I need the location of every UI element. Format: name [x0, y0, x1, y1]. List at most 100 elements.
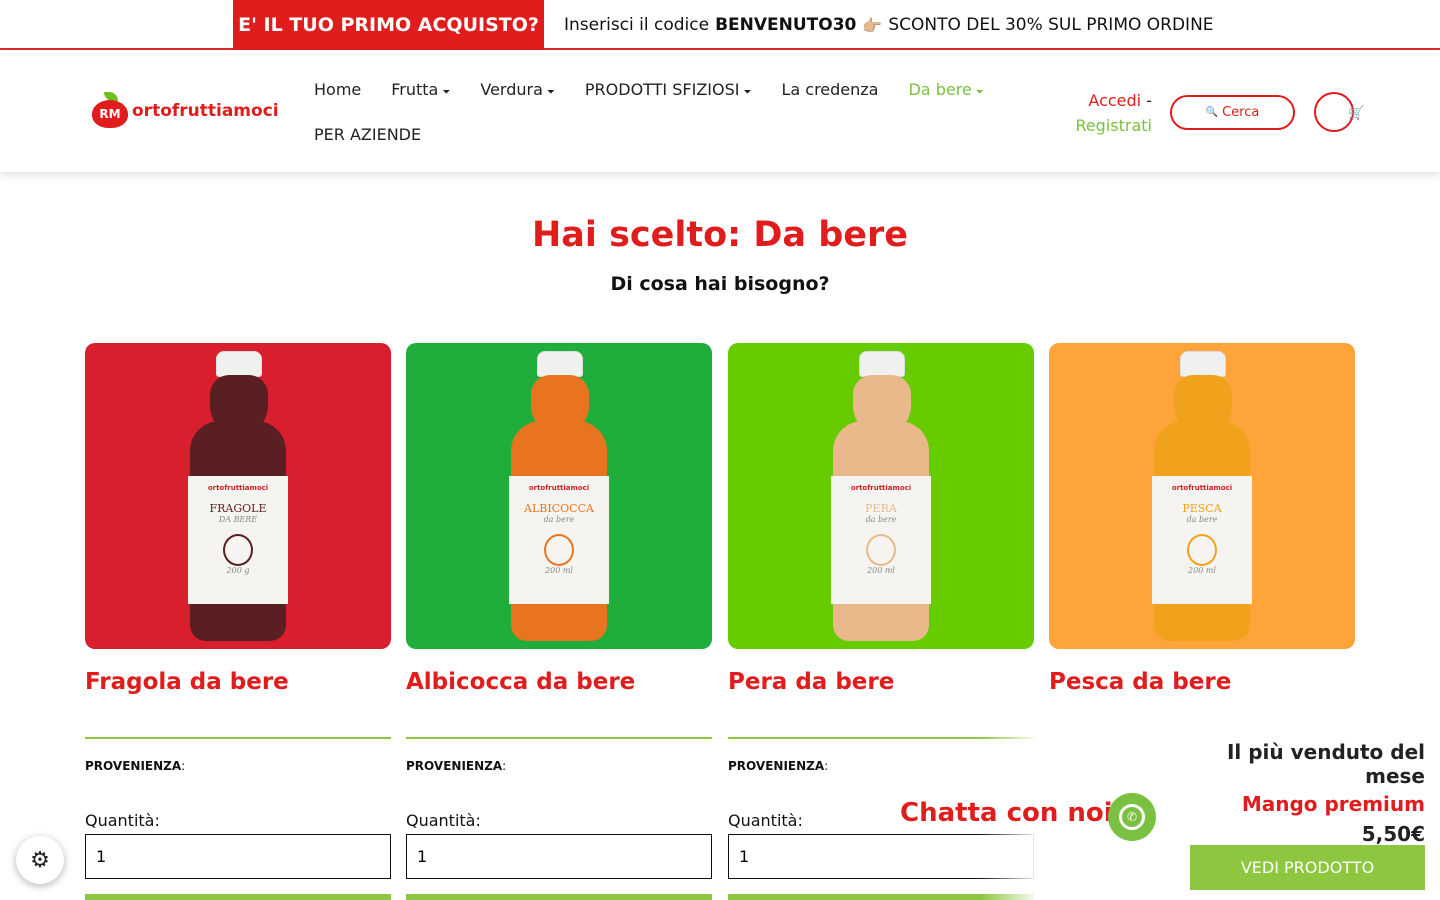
- bottle-cap: [1180, 351, 1226, 377]
- quantity-input[interactable]: [406, 834, 712, 879]
- nav-row-2: PER AZIENDE: [314, 119, 1014, 149]
- best-seller-title: Il più venduto del mese: [1226, 740, 1425, 788]
- divider: [85, 737, 391, 739]
- best-seller-price: 5,50€: [1361, 822, 1425, 846]
- bottle-brand: ortofruttiamoci: [1171, 484, 1233, 492]
- best-seller-product[interactable]: Mango premium: [1175, 792, 1425, 816]
- bottle-size: 200 ml: [1188, 566, 1216, 575]
- nav-item-prodotti-sfiziosi[interactable]: PRODOTTI SFIZIOSI ⏷: [585, 80, 752, 99]
- bottle-title: PERA: [865, 502, 897, 515]
- fruit-icon: [544, 534, 574, 566]
- bottle-illustration: ortofruttiamoci FRAGOLE DA BERE 200 g: [188, 351, 288, 643]
- product-name[interactable]: Fragola da bere: [85, 669, 391, 721]
- add-to-cart-button[interactable]: [85, 894, 391, 900]
- quantity-input[interactable]: [85, 834, 391, 879]
- logo-text: ortofruttiamoci: [132, 101, 279, 121]
- promo-message: Inserisci il codice BENVENUTO30 👉🏼 SCONT…: [564, 0, 1214, 50]
- caret-down-icon: ⏷: [442, 86, 451, 98]
- nav-label: Verdura: [480, 79, 543, 99]
- nav-row-1: Home Frutta ⏷ Verdura ⏷ PRODOTTI SFIZIOSI ⏷…: [314, 74, 1014, 104]
- site-header: RM ortofruttiamoci Home Frutta ⏷ Verdura ⏷…: [0, 52, 1440, 172]
- fruit-icon: [866, 534, 896, 566]
- promo-text-before: Inserisci il codice: [564, 15, 710, 35]
- promo-code: BENVENUTO30: [715, 15, 857, 35]
- nav-item-per-aziende[interactable]: PER AZIENDE: [314, 125, 421, 144]
- search-label: Cerca: [1222, 105, 1260, 120]
- bottle-title: PESCA: [1182, 502, 1222, 515]
- bottle-illustration: ortofruttiamoci PESCA da bere 200 ml: [1152, 351, 1252, 643]
- origin-suffix: :: [824, 759, 829, 773]
- nav-label: PRODOTTI SFIZIOSI: [584, 79, 740, 99]
- product-origin: PROVENIENZA:: [406, 759, 712, 773]
- main-nav: Home Frutta ⏷ Verdura ⏷ PRODOTTI SFIZIOSI ⏷…: [314, 74, 1014, 164]
- nav-item-frutta[interactable]: Frutta ⏷: [391, 80, 450, 99]
- product-name[interactable]: Pera da bere: [728, 669, 1034, 721]
- page-subtitle: Di cosa hai bisogno?: [610, 273, 830, 295]
- bottle-illustration: ortofruttiamoci ALBICOCCA da bere 200 ml: [509, 351, 609, 643]
- bottle-size: 200 ml: [867, 566, 895, 575]
- bottle-size: 200 ml: [545, 566, 573, 575]
- product-name[interactable]: Albicocca da bere: [406, 669, 712, 721]
- nav-label: Da bere: [908, 79, 972, 99]
- product-image[interactable]: ortofruttiamoci ALBICOCCA da bere 200 ml: [406, 343, 712, 649]
- quantity-label: Quantità:: [406, 811, 481, 830]
- product-origin: PROVENIENZA:: [85, 759, 391, 773]
- product-image[interactable]: ortofruttiamoci FRAGOLE DA BERE 200 g: [85, 343, 391, 649]
- add-to-cart-button[interactable]: [406, 894, 712, 900]
- auth-links: Accedi - Registrati: [1070, 88, 1152, 138]
- bottle-title: FRAGOLE: [209, 502, 267, 515]
- chat-label[interactable]: Chatta con noi: [900, 798, 1113, 828]
- whatsapp-icon: ✆: [1119, 804, 1145, 830]
- nav-label: PER AZIENDE: [314, 124, 422, 144]
- origin-label: PROVENIENZA: [728, 759, 825, 773]
- bottle-illustration: ortofruttiamoci PERA da bere 200 ml: [831, 351, 931, 643]
- fruit-icon: [223, 534, 253, 566]
- bottle-title: ALBICOCCA: [524, 502, 594, 515]
- site-logo[interactable]: RM ortofruttiamoci: [92, 92, 279, 128]
- pointing-hand-icon: 👉🏼: [862, 15, 883, 35]
- bottle-subtitle: da bere: [1186, 515, 1218, 524]
- caret-down-icon: ⏷: [743, 86, 752, 98]
- whatsapp-button[interactable]: ✆: [1108, 793, 1156, 841]
- product-name[interactable]: Pesca da bere: [1049, 669, 1355, 721]
- search-button[interactable]: 🔍 Cerca: [1170, 95, 1295, 130]
- promo-badge: E' IL TUO PRIMO ACQUISTO?: [233, 0, 544, 50]
- nav-item-la-credenza[interactable]: La credenza: [781, 80, 878, 99]
- quantity-label: Quantità:: [85, 811, 160, 830]
- login-link[interactable]: Accedi: [1088, 91, 1141, 110]
- bottle-brand: ortofruttiamoci: [207, 484, 269, 492]
- cart-icon[interactable]: 🛒: [1348, 106, 1364, 121]
- bottle-subtitle: da bere: [543, 515, 575, 524]
- promo-text-after: SCONTO DEL 30% SUL PRIMO ORDINE: [888, 15, 1214, 35]
- register-link[interactable]: Registrati: [1070, 113, 1152, 138]
- origin-label: PROVENIENZA: [406, 759, 503, 773]
- bottle-label: ortofruttiamoci ALBICOCCA da bere 200 ml: [509, 476, 609, 604]
- logo-mark: RM: [92, 100, 128, 128]
- nav-item-home[interactable]: Home: [314, 80, 361, 99]
- bottle-brand: ortofruttiamoci: [850, 484, 912, 492]
- origin-suffix: :: [502, 759, 507, 773]
- bottle-cap: [859, 351, 905, 377]
- apple-logo-icon: RM: [92, 92, 128, 128]
- best-seller-box: Il più venduto del mese Mango premium 5,…: [1175, 740, 1425, 846]
- auth-separator: -: [1146, 91, 1152, 110]
- bottle-cap: [537, 351, 583, 377]
- search-icon: 🔍: [1205, 107, 1219, 118]
- bottle-subtitle: da bere: [865, 515, 897, 524]
- promo-bar: E' IL TUO PRIMO ACQUISTO? Inserisci il c…: [0, 0, 1440, 50]
- divider: [406, 737, 712, 739]
- bottle-label: ortofruttiamoci PESCA da bere 200 ml: [1152, 476, 1252, 604]
- fruit-icon: [1187, 534, 1217, 566]
- view-product-button[interactable]: VEDI PRODOTTO: [1190, 845, 1425, 890]
- bottle-size: 200 g: [226, 566, 250, 575]
- product-image[interactable]: ortofruttiamoci PERA da bere 200 ml: [728, 343, 1034, 649]
- product-card: ortofruttiamoci FRAGOLE DA BERE 200 g Fragol…: [85, 343, 391, 900]
- nav-item-da-bere[interactable]: Da bere ⏷: [908, 80, 983, 99]
- bottle-label: ortofruttiamoci PERA da bere 200 ml: [831, 476, 931, 604]
- bottle-subtitle: DA BERE: [218, 515, 258, 524]
- bottle-brand: ortofruttiamoci: [528, 484, 590, 492]
- nav-item-verdura[interactable]: Verdura ⏷: [480, 80, 555, 99]
- product-image[interactable]: ortofruttiamoci PESCA da bere 200 ml: [1049, 343, 1355, 649]
- nav-label: Frutta: [391, 79, 439, 99]
- gear-icon[interactable]: ⚙: [16, 836, 64, 884]
